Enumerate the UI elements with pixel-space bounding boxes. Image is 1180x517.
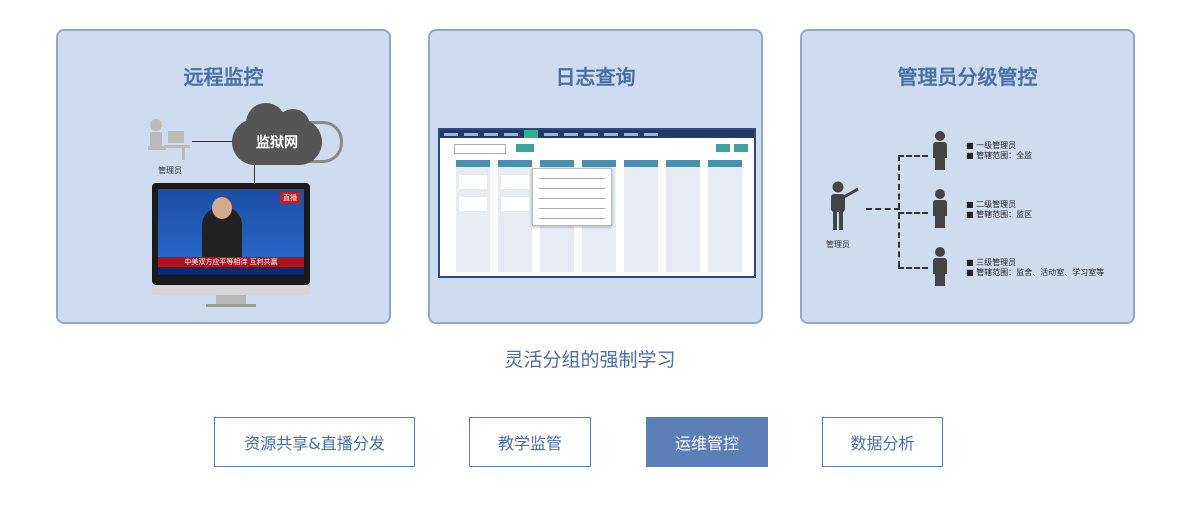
level-name: 二级管理员	[976, 200, 1017, 209]
tab-teaching-supervision[interactable]: 教学监管	[469, 417, 591, 467]
admin-desk-icon	[148, 119, 190, 160]
person-icon	[933, 131, 947, 170]
level-scope: 管辖范围：监舍、活动室、学习室等	[976, 268, 1105, 277]
level-1-info: ■ 一级管理员 ■ 管辖范围：全监	[966, 141, 1033, 160]
tab-ops-control[interactable]: 运维管控	[646, 417, 768, 467]
app-menu-bar	[440, 130, 754, 138]
log-query-card: 日志查询	[428, 29, 763, 324]
tv-banner: 中美双方应平等相待 互利共赢	[158, 257, 304, 267]
schedule-column	[624, 160, 658, 272]
connector-line	[254, 165, 255, 183]
schedule-column	[708, 160, 742, 272]
dashed-connector	[898, 212, 928, 214]
tab-data-analysis[interactable]: 数据分析	[822, 417, 943, 467]
level-scope: 管辖范围：监区	[976, 210, 1033, 219]
person-icon	[933, 189, 947, 228]
card-title: 管理员分级管控	[897, 65, 1038, 89]
section-caption: 灵活分组的强制学习	[504, 349, 676, 371]
admin-hierarchy-card: 管理员分级管控 管理员 ■ 一级管理员 ■ 管辖范围：全监 ■ 二级管理员 ■ …	[800, 29, 1135, 324]
tv-broadcast-screen: 直播 中美双方应平等相待 互利共赢	[158, 189, 304, 275]
card-title: 日志查询	[555, 65, 636, 89]
remote-monitoring-card: 远程监控 管理员 监狱网 直播 中美双方应平等相待 互利共赢	[56, 29, 391, 324]
presenter-person-icon	[831, 181, 859, 230]
tab-resource-sharing[interactable]: 资源共享&直播分发	[214, 417, 415, 467]
delete-button[interactable]	[734, 144, 748, 152]
log-detail-popup	[532, 168, 612, 226]
connector-line	[192, 141, 234, 142]
schedule-column	[456, 160, 490, 272]
schedule-column	[666, 160, 700, 272]
dashed-connector	[898, 267, 928, 269]
search-button[interactable]	[516, 144, 534, 152]
cloud-icon: 监狱网	[232, 103, 322, 165]
search-input[interactable]	[454, 144, 506, 154]
level-name: 三级管理员	[976, 258, 1017, 267]
log-query-app-screenshot	[438, 128, 756, 278]
person-icon	[933, 247, 947, 286]
dashed-connector	[898, 155, 928, 157]
level-name: 一级管理员	[976, 141, 1017, 150]
level-scope: 管辖范围：全监	[976, 151, 1033, 160]
admin-label: 管理员	[158, 166, 182, 175]
monitor-stand	[216, 295, 246, 304]
live-badge: 直播	[280, 192, 300, 204]
card-title: 远程监控	[183, 65, 264, 89]
monitor-icon: 直播 中美双方应平等相待 互利共赢	[152, 183, 310, 285]
dashed-connector	[898, 155, 900, 267]
monitor-base	[206, 304, 256, 307]
level-3-info: ■ 三级管理员 ■ 管辖范围：监舍、活动室、学习室等	[966, 258, 1105, 277]
schedule-column	[498, 160, 532, 272]
admin-label: 管理员	[826, 240, 850, 249]
add-button[interactable]	[716, 144, 730, 152]
monitor-chin	[152, 285, 310, 295]
dashed-connector	[866, 208, 900, 210]
level-2-info: ■ 二级管理员 ■ 管辖范围：监区	[966, 200, 1033, 219]
cloud-label: 监狱网	[256, 135, 298, 151]
